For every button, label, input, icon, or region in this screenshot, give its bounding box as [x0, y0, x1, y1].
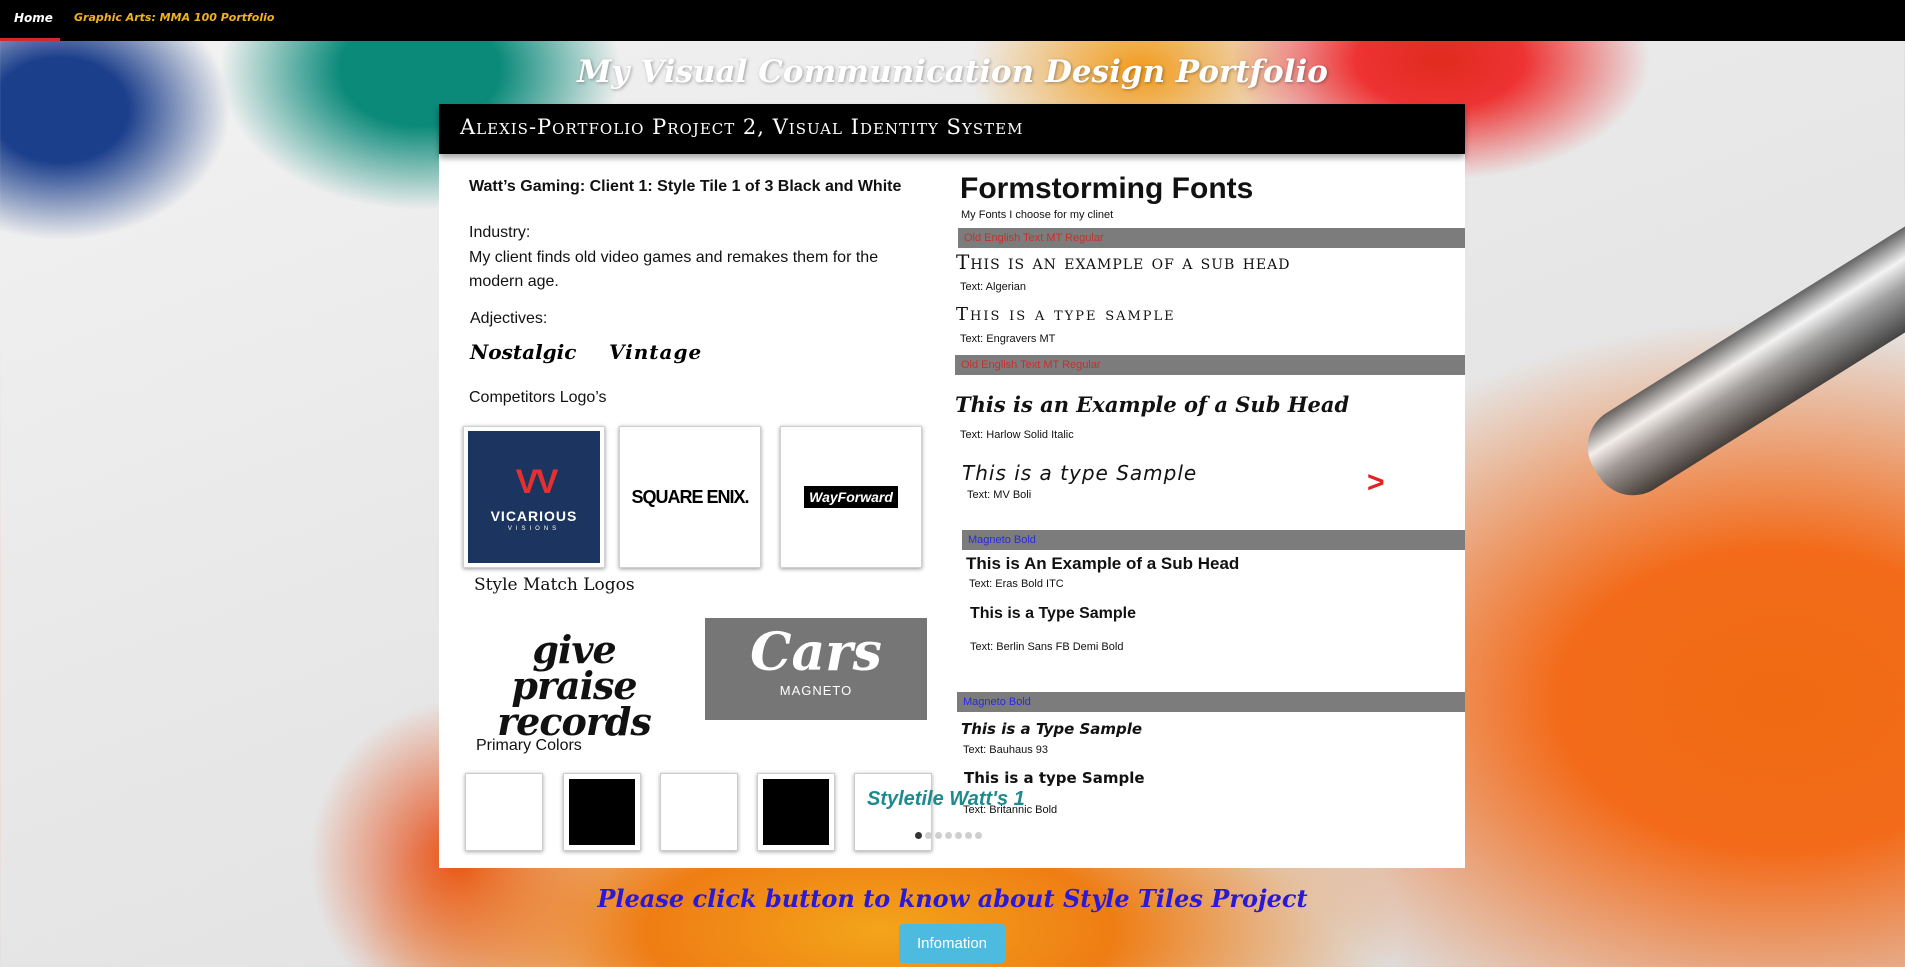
give-praise-text: give praise records	[497, 627, 652, 744]
formstorming-title: Formstorming Fonts	[960, 172, 1254, 205]
caption-eras-bold: Text: Eras Bold ITC	[969, 578, 1064, 590]
carousel-dot[interactable]	[955, 832, 962, 839]
swatch-fill	[569, 779, 635, 845]
competitors-label: Competitors Logo’s	[469, 389, 607, 406]
competitor-logo-vicarious-visions: V V VICARIOUS VISIONS	[463, 426, 605, 568]
caption-berlin-sans: Text: Berlin Sans FB Demi Bold	[970, 641, 1124, 653]
caption-algerian: Text: Algerian	[960, 281, 1027, 293]
panel-header: Alexis-Portfolio Project 2, Visual Ident…	[439, 104, 1465, 154]
carousel-dot[interactable]	[945, 832, 952, 839]
sample-engravers: This is a type sample	[956, 304, 1176, 325]
adjective-vintage: Vintage	[609, 340, 703, 364]
carousel-dot[interactable]	[965, 832, 972, 839]
color-swatch	[563, 773, 641, 851]
cars-word: Cars	[750, 622, 882, 683]
vicarious-sub: VISIONS	[507, 525, 561, 532]
carousel-dot[interactable]	[975, 832, 982, 839]
footer-prompt: Please click button to know about Style …	[597, 884, 1308, 913]
industry-text: My client finds old video games and rema…	[469, 249, 879, 290]
square-enix-wordmark: SQUARE ENIX.	[631, 486, 749, 507]
color-swatch	[660, 773, 738, 851]
project-panel: Alexis-Portfolio Project 2, Visual Ident…	[439, 104, 1465, 868]
color-swatch	[465, 773, 543, 851]
adjectives-label: Adjectives:	[470, 310, 548, 327]
adjective-nostalgic: Nostalgic	[470, 340, 577, 364]
caption-britannic: Text: Britannic Bold	[963, 804, 1058, 816]
font-bar-old-english: Old English Text MT Regular	[958, 228, 1465, 248]
font-bar-old-english-2: Old English Text MT Regular	[955, 355, 1465, 375]
swatch-fill	[763, 779, 829, 845]
swatch-fill	[666, 779, 732, 845]
sample-britannic: This is a type Sample	[964, 769, 1145, 787]
nav-home-link[interactable]: Home	[0, 0, 60, 41]
caption-bauhaus: Text: Bauhaus 93	[963, 744, 1049, 756]
nav-portfolio-link[interactable]: Graphic Arts: MMA 100 Portfolio	[74, 11, 274, 24]
color-swatch	[757, 773, 835, 851]
primary-colors-label: Primary Colors	[476, 737, 582, 754]
give-praise-records-logo: give praise records	[479, 627, 669, 744]
sample-bauhaus: This is a Type Sample	[961, 720, 1143, 738]
formstorming-subtitle: My Fonts I choose for my clinet	[961, 209, 1114, 221]
carousel-dot[interactable]	[935, 832, 942, 839]
carousel-dot[interactable]	[915, 832, 922, 839]
top-navbar: Home Graphic Arts: MMA 100 Portfolio	[0, 0, 1905, 41]
carousel-indicators	[915, 832, 982, 839]
information-button[interactable]: Infomation	[899, 924, 1005, 963]
industry-label: Industry:	[469, 224, 531, 241]
cars-magneto-logo: Cars MAGNETO	[705, 618, 927, 720]
vicarious-v-logo-icon: V V	[515, 462, 559, 501]
sample-eras-bold: This is An Example of a Sub Head	[966, 554, 1240, 573]
caption-mv-boli: Text: MV Boli	[967, 489, 1032, 501]
carousel-dot[interactable]	[925, 832, 932, 839]
caption-engravers: Text: Engravers MT	[960, 333, 1056, 345]
wayforward-wordmark: WayForward	[804, 486, 898, 508]
swatch-fill	[471, 779, 537, 845]
next-slide-arrow-icon[interactable]: >	[1367, 466, 1385, 500]
competitor-logo-square-enix: SQUARE ENIX.	[619, 426, 761, 568]
caption-harlow: Text: Harlow Solid Italic	[960, 429, 1074, 441]
font-bar-magneto: Magneto Bold	[962, 530, 1465, 550]
font-bar-magneto-2: Magneto Bold	[957, 692, 1465, 712]
style-tile-title: Watt’s Gaming: Client 1: Style Tile 1 of…	[469, 178, 902, 195]
sample-berlin-sans: This is a Type Sample	[970, 605, 1136, 622]
style-match-label: Style Match Logos	[474, 575, 635, 595]
cars-sub: MAGNETO	[779, 683, 853, 698]
sample-mv-boli: This is a type Sample	[962, 461, 1198, 485]
color-swatch	[854, 773, 932, 851]
site-title: My Visual Communication Design Portfolio	[577, 54, 1328, 90]
vicarious-name: VICARIOUS	[490, 507, 578, 524]
competitor-logo-wayforward: WayForward	[780, 426, 922, 568]
paintbrush-decoration	[1572, 179, 1905, 511]
sample-harlow: This is an Example of a Sub Head	[955, 392, 1350, 417]
sample-algerian: This is an example of a sub head	[956, 250, 1291, 274]
